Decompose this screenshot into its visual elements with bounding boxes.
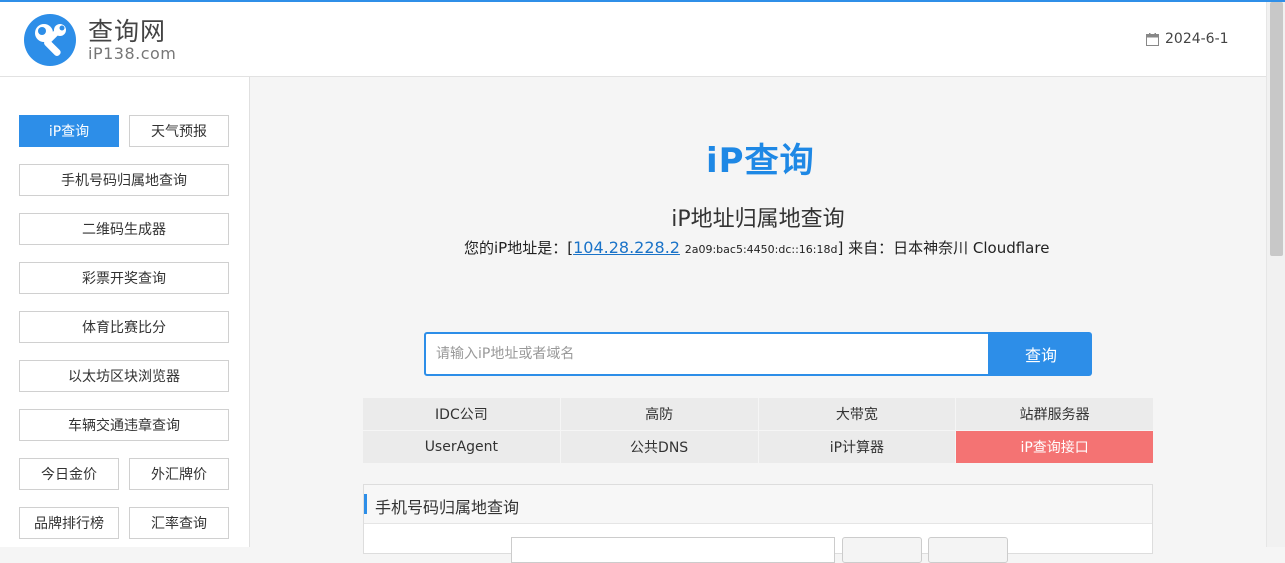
link-public-dns[interactable]: 公共DNS bbox=[560, 431, 758, 463]
brand-logo-text: iP查询 bbox=[706, 141, 815, 181]
search-bar: 查询 bbox=[424, 332, 1092, 376]
sidebar-item-forex[interactable]: 外汇牌价 bbox=[129, 458, 229, 490]
phone-number-input[interactable] bbox=[511, 537, 835, 563]
sidebar-item-weather[interactable]: 天气预报 bbox=[129, 115, 229, 147]
sidebar-item-qrcode[interactable]: 二维码生成器 bbox=[19, 213, 229, 245]
sidebar-item-ip-query[interactable]: iP查询 bbox=[19, 115, 119, 147]
link-idc[interactable]: IDC公司 bbox=[363, 398, 560, 430]
sidebar-item-ethereum[interactable]: 以太坊区块浏览器 bbox=[19, 360, 229, 392]
link-useragent[interactable]: UserAgent bbox=[363, 431, 560, 463]
sidebar-item-exchange-rate[interactable]: 汇率查询 bbox=[129, 507, 229, 539]
scrollbar-thumb[interactable] bbox=[1270, 2, 1283, 256]
link-ip-api[interactable]: iP查询接口 bbox=[956, 431, 1153, 463]
site-title[interactable]: 查询网 bbox=[88, 12, 166, 48]
ip-location: ] 来自：日本神奈川 Cloudflare bbox=[837, 239, 1050, 257]
link-ip-calculator[interactable]: iP计算器 bbox=[758, 431, 956, 463]
page-scrollbar[interactable] bbox=[1266, 2, 1285, 547]
main-content: iP查询 iP地址归属地查询 您的iP地址是：[104.28.228.2 2a0… bbox=[250, 77, 1266, 563]
link-site-servers[interactable]: 站群服务器 bbox=[956, 398, 1153, 430]
ipv6-address: 2a09:bac5:4450:dc::16:18d bbox=[684, 243, 838, 256]
page-title: iP地址归属地查询 bbox=[671, 207, 845, 232]
panel-header: 手机号码归属地查询 bbox=[364, 485, 1152, 524]
quick-links-row: IDC公司 高防 大带宽 站群服务器 bbox=[363, 398, 1153, 430]
sidebar-item-brand-rank[interactable]: 品牌排行榜 bbox=[19, 507, 119, 539]
ipv4-link[interactable]: 104.28.228.2 bbox=[573, 238, 680, 257]
sidebar-item-phone-lookup[interactable]: 手机号码归属地查询 bbox=[19, 164, 229, 196]
search-button[interactable]: 查询 bbox=[990, 332, 1092, 376]
panel-accent-bar bbox=[364, 494, 367, 514]
quick-links-row: UserAgent 公共DNS iP计算器 iP查询接口 bbox=[363, 431, 1153, 463]
date-text: 2024-6-1 bbox=[1165, 31, 1229, 47]
sidebar: iP查询 天气预报 手机号码归属地查询 二维码生成器 彩票开奖查询 体育比赛比分… bbox=[0, 77, 250, 547]
site-header: 查询网 iP138.com 2024-6-1 bbox=[0, 2, 1266, 77]
quick-links: IDC公司 高防 大带宽 站群服务器 UserAgent 公共DNS iP计算器… bbox=[363, 398, 1153, 464]
ip-prefix: 您的iP地址是：[ bbox=[464, 239, 574, 257]
date-display: 2024-6-1 bbox=[1146, 31, 1229, 47]
sidebar-item-sports[interactable]: 体育比赛比分 bbox=[19, 311, 229, 343]
sidebar-item-gold[interactable]: 今日金价 bbox=[19, 458, 119, 490]
calendar-icon bbox=[1146, 32, 1159, 46]
phone-lookup-panel: 手机号码归属地查询 bbox=[363, 484, 1153, 563]
logo-tools-icon[interactable] bbox=[24, 14, 76, 66]
sidebar-item-lottery[interactable]: 彩票开奖查询 bbox=[19, 262, 229, 294]
site-subtitle[interactable]: iP138.com bbox=[88, 44, 176, 63]
phone-secondary-button[interactable] bbox=[928, 537, 1008, 563]
sidebar-item-traffic[interactable]: 车辆交通违章查询 bbox=[19, 409, 229, 441]
search-input[interactable] bbox=[424, 332, 990, 376]
phone-query-button[interactable] bbox=[842, 537, 922, 563]
link-bandwidth[interactable]: 大带宽 bbox=[758, 398, 956, 430]
panel-title: 手机号码归属地查询 bbox=[375, 498, 520, 517]
ip-info-line: 您的iP地址是：[104.28.228.2 2a09:bac5:4450:dc:… bbox=[464, 237, 1049, 258]
link-ddos-protection[interactable]: 高防 bbox=[560, 398, 758, 430]
